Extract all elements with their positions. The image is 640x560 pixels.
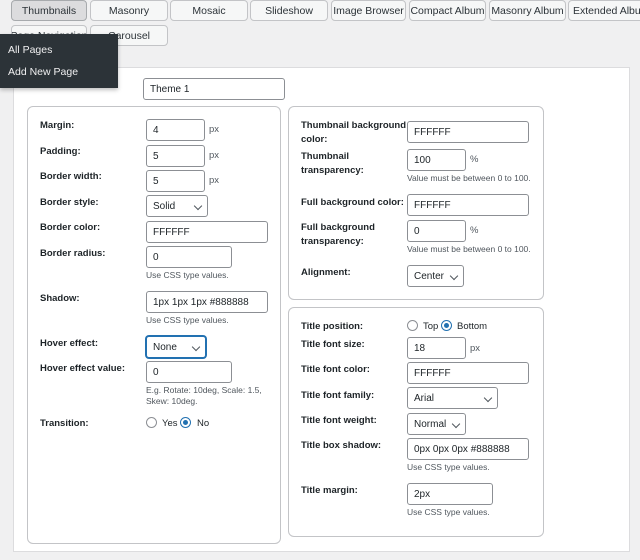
title-margin-hint: Use CSS type values.	[407, 507, 490, 517]
full-bg-color-label: Full background color:	[301, 197, 404, 208]
padding-label: Padding:	[40, 146, 81, 157]
title-box-shadow-label: Title box shadow:	[301, 440, 382, 451]
chevron-down-icon	[191, 342, 201, 352]
tab-masonry[interactable]: Masonry	[90, 0, 168, 21]
hover-effect-hint-line-2: Skew: 10deg.	[146, 396, 198, 406]
padding-unit: px	[209, 150, 220, 161]
border-radius-input[interactable]: 0	[146, 246, 232, 268]
tab-slideshow[interactable]: Slideshow	[250, 0, 328, 21]
title-font-weight-select[interactable]: Normal	[407, 413, 466, 435]
full-bg-transparency-label-line-2: transparency:	[301, 236, 364, 247]
title-font-size-input[interactable]: 18	[407, 337, 466, 359]
title-box-shadow-input[interactable]: 0px 0px 0px #888888	[407, 438, 529, 460]
title-font-color-label: Title font color:	[301, 364, 370, 375]
menu-item-all-pages[interactable]: All Pages	[8, 44, 52, 56]
title-position-top-radio[interactable]	[407, 320, 418, 331]
theme-name-input[interactable]: Theme 1	[143, 78, 285, 100]
thumb-bg-color-input[interactable]: FFFFFF	[407, 121, 529, 143]
menu-item-add-new-page[interactable]: Add New Page	[8, 66, 78, 78]
margin-label: Margin:	[40, 120, 75, 131]
thumb-transparency-label-line-1: Thumbnail	[301, 151, 350, 162]
chevron-down-icon	[483, 393, 493, 403]
chevron-down-icon	[193, 201, 203, 211]
border-style-select[interactable]: Solid	[146, 195, 208, 217]
thumb-bg-color-label: Thumbnail background color:	[301, 119, 406, 147]
transition-yes-radio[interactable]	[146, 417, 157, 428]
thumb-bg-color-label-line-2: color:	[301, 134, 328, 145]
title-font-weight-label: Title font weight:	[301, 415, 377, 426]
border-width-unit: px	[209, 175, 220, 186]
title-position-top-label: Top	[423, 321, 439, 332]
hover-effect-hint: E.g. Rotate: 10deg, Scale: 1.5, Skew: 10d…	[146, 385, 262, 407]
title-font-family-label: Title font family:	[301, 390, 375, 401]
full-bg-transparency-label: Full background transparency:	[301, 221, 375, 249]
pages-flyout-menu: All Pages Add New Page	[0, 34, 118, 88]
shadow-hint: Use CSS type values.	[146, 315, 229, 325]
transition-label: Transition:	[40, 418, 89, 429]
hover-effect-value-label: Hover effect value:	[40, 363, 126, 374]
title-margin-label: Title margin:	[301, 485, 358, 496]
title-font-size-unit: px	[470, 343, 481, 354]
title-font-family-value: Arial	[414, 392, 435, 404]
full-bg-color-input[interactable]: FFFFFF	[407, 194, 529, 216]
thumb-transparency-unit: %	[470, 154, 479, 165]
shadow-label: Shadow:	[40, 293, 80, 304]
thumb-transparency-hint: Value must be between 0 to 100.	[407, 173, 531, 183]
thumb-transparency-label: Thumbnail transparency:	[301, 150, 364, 178]
tab-thumbnails[interactable]: Thumbnails	[11, 0, 87, 21]
border-style-label: Border style:	[40, 197, 99, 208]
title-box-shadow-hint: Use CSS type values.	[407, 462, 490, 472]
tab-mosaic[interactable]: Mosaic	[170, 0, 248, 21]
shadow-input[interactable]: 1px 1px 1px #888888	[146, 291, 268, 313]
hover-effect-select[interactable]: None	[146, 336, 206, 358]
title-font-family-select[interactable]: Arial	[407, 387, 498, 409]
hover-effect-value-input[interactable]: 0	[146, 361, 232, 383]
full-bg-transparency-label-line-1: Full background	[301, 222, 375, 233]
thumb-transparency-input[interactable]: 100	[407, 149, 466, 171]
border-color-label: Border color:	[40, 222, 101, 233]
hover-effect-label: Hover effect:	[40, 338, 99, 349]
title-font-size-label: Title font size:	[301, 339, 365, 350]
thumb-transparency-label-line-2: transparency:	[301, 165, 364, 176]
margin-input[interactable]: 4	[146, 119, 205, 141]
thumb-bg-color-label-line-1: Thumbnail background	[301, 120, 407, 131]
hover-effect-value: None	[153, 341, 177, 353]
full-bg-transparency-hint: Value must be between 0 to 100.	[407, 244, 531, 254]
title-margin-input[interactable]: 2px	[407, 483, 493, 505]
border-width-input[interactable]: 5	[146, 170, 205, 192]
transition-yes-label: Yes	[162, 418, 178, 429]
title-position-label: Title position:	[301, 321, 364, 332]
alignment-value: Center	[414, 270, 445, 282]
border-width-label: Border width:	[40, 171, 102, 182]
alignment-label: Alignment:	[301, 267, 351, 278]
padding-input[interactable]: 5	[146, 145, 205, 167]
title-position-bottom-label: Bottom	[457, 321, 488, 332]
margin-unit: px	[209, 124, 220, 135]
border-style-value: Solid	[153, 200, 176, 212]
title-font-color-input[interactable]: FFFFFF	[407, 362, 529, 384]
chevron-down-icon	[451, 419, 461, 429]
full-bg-transparency-input[interactable]: 0	[407, 220, 466, 242]
title-position-bottom-radio[interactable]	[441, 320, 452, 331]
tab-image-browser[interactable]: Image Browser	[331, 0, 406, 21]
title-font-weight-value: Normal	[414, 418, 447, 430]
hover-effect-hint-line-1: E.g. Rotate: 10deg, Scale: 1.5,	[146, 385, 262, 395]
full-bg-transparency-unit: %	[470, 225, 479, 236]
tab-extended-album[interactable]: Extended Album	[568, 0, 640, 21]
tab-compact-album[interactable]: Compact Album	[409, 0, 486, 21]
border-radius-label: Border radius:	[40, 248, 106, 259]
tab-masonry-album[interactable]: Masonry Album	[489, 0, 566, 21]
transition-no-radio[interactable]	[180, 417, 191, 428]
border-radius-hint: Use CSS type values.	[146, 270, 229, 280]
alignment-select[interactable]: Center	[407, 265, 464, 287]
chevron-down-icon	[449, 271, 459, 281]
transition-no-label: No	[197, 418, 210, 429]
border-color-input[interactable]: FFFFFF	[146, 221, 268, 243]
